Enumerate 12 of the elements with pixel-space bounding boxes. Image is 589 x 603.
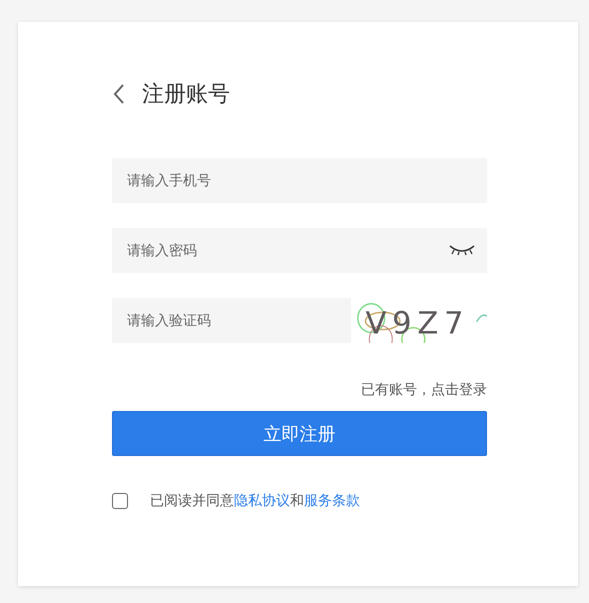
page-title: 注册账号 bbox=[142, 81, 230, 109]
phone-field[interactable]: 请输入手机号 bbox=[112, 158, 487, 203]
back-icon[interactable] bbox=[112, 83, 126, 105]
register-button[interactable]: 立即注册 bbox=[112, 411, 487, 456]
captcha-field[interactable]: 请输入验证码 bbox=[112, 298, 351, 343]
agreement-checkbox[interactable] bbox=[112, 493, 128, 509]
eye-closed-icon[interactable] bbox=[449, 244, 475, 256]
terms-link[interactable]: 服务条款 bbox=[304, 493, 360, 509]
password-field[interactable]: 请输入密码 bbox=[112, 228, 487, 273]
login-link[interactable]: 已有账号，点击登录 bbox=[361, 381, 487, 399]
terms-link[interactable]: 隐私协议 bbox=[234, 493, 290, 509]
agreement-text: 已阅读并同意隐私协议和服务条款 bbox=[150, 492, 360, 510]
